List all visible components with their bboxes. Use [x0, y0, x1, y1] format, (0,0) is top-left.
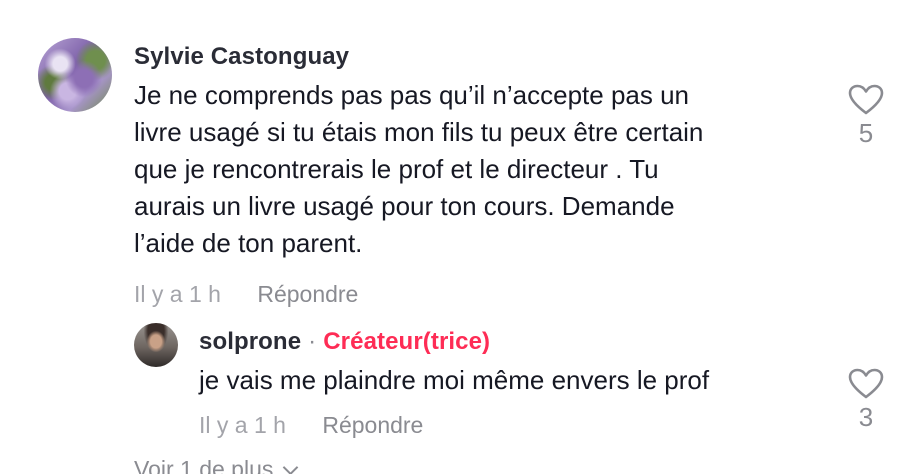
comment-author-name[interactable]: Sylvie Castonguay	[134, 43, 349, 71]
comment-timestamp: Il y a 1 h	[134, 281, 221, 307]
heart-outline-icon	[848, 368, 884, 399]
comment-text-line: Je ne comprends pas pas qu’il n’accepte …	[134, 80, 690, 110]
chevron-down-icon	[283, 459, 299, 474]
view-more-label: Voir 1 de plus	[134, 456, 274, 474]
reply-author-name[interactable]: solprone	[199, 328, 301, 355]
view-more-replies-button[interactable]: Voir 1 de plus	[134, 456, 299, 474]
creator-badge: Créateur(trice)	[323, 328, 491, 355]
comment-text-line: que je rencontrerais le prof et le direc…	[134, 154, 659, 184]
heart-outline-icon	[848, 84, 884, 115]
commenter-avatar[interactable]	[38, 38, 112, 112]
comment-text-line: aurais un livre usagé pour ton cours. De…	[134, 191, 675, 221]
reply-author-avatar[interactable]	[134, 323, 178, 367]
comment-text-line: livre usagé si tu étais mon fils tu peux…	[134, 117, 704, 147]
comment-reply-button[interactable]: Répondre	[257, 281, 358, 307]
comment-text: Je ne comprends pas pas qu’il n’accepte …	[134, 77, 794, 262]
reply-like-count: 3	[858, 402, 874, 432]
comment-meta: Il y a 1 h Répondre	[134, 281, 358, 308]
comment-like-button[interactable]: 5	[846, 84, 886, 149]
reply-reply-button[interactable]: Répondre	[322, 412, 423, 438]
reply-timestamp: Il y a 1 h	[199, 412, 286, 438]
reply-like-button[interactable]: 3	[846, 368, 886, 433]
reply-meta: Il y a 1 h Répondre	[199, 412, 423, 439]
comment-text-line: l’aide de ton parent.	[134, 228, 363, 258]
reply-text: je vais me plaindre moi même envers le p…	[199, 365, 710, 395]
reply-separator: ·	[308, 328, 317, 355]
reply-header: solprone · Créateur(trice)	[199, 328, 490, 356]
comment-like-count: 5	[858, 118, 874, 148]
